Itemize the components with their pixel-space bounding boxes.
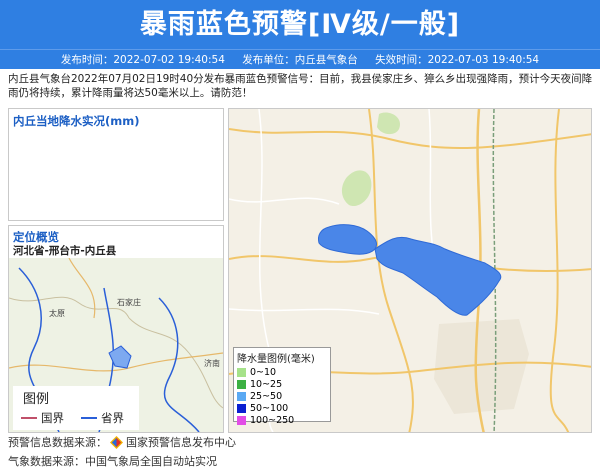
rainfall-legend: 降水量图例(毫米) 0~10 10~25 25~50 50~100 100~25… (233, 347, 331, 426)
warning-title: 暴雨蓝色预警[Ⅳ级/一般] (0, 0, 600, 49)
rainfall-panel: 内丘当地降水实况(mm) (8, 108, 224, 221)
warning-center-logo-icon (110, 435, 123, 449)
legend-row: 25~50 (234, 390, 330, 402)
legend-country-border: 国界 (21, 410, 64, 426)
legend-swatch (237, 403, 246, 413)
weather-data-source: 气象数据来源：中国气象局全国自动站实况 (8, 455, 217, 468)
country-border-line (21, 417, 37, 419)
publish-time: 发布时间：2022-07-02 19:40:54 (60, 54, 225, 66)
warning-source-name[interactable]: 国家预警信息发布中心 (126, 434, 236, 450)
legend-swatch (237, 367, 246, 377)
boundary-legend: 图例 国界 省界 (13, 386, 139, 430)
warning-source-line: 预警信息数据来源： 国家预警信息发布中心 (8, 434, 236, 450)
legend-swatch (237, 379, 246, 389)
location-path: 河北省-邢台市-内丘县 (13, 245, 117, 257)
city-label: 石家庄 (117, 297, 141, 307)
legend-province-border: 省界 (81, 410, 124, 426)
rainfall-panel-title: 内丘当地降水实况(mm) (13, 114, 140, 128)
location-panel: 定位概览 河北省-邢台市-内丘县 石家庄 太原 济南 图例 国界 省界 (8, 225, 224, 433)
legend-row: 10~25 (234, 378, 330, 390)
expire-time: 失效时间：2022-07-03 19:40:54 (375, 54, 540, 66)
boundary-legend-title: 图例 (23, 392, 50, 407)
city-label: 太原 (49, 308, 65, 318)
warning-description: 内丘县气象台2022年07月02日19时40分发布暴雨蓝色预警信号：目前，我县侯… (8, 73, 593, 99)
rainfall-legend-title: 降水量图例(毫米) (237, 354, 315, 365)
legend-row: 0~10 (234, 366, 330, 378)
warning-meta: 发布时间：2022-07-02 19:40:54 发布单位：内丘县气象台 失效时… (0, 49, 600, 69)
legend-row: 50~100 (234, 402, 330, 414)
legend-swatch (237, 391, 246, 401)
publisher: 发布单位：内丘县气象台 (242, 54, 358, 66)
legend-row: 100~250 (234, 414, 330, 426)
province-border-line (81, 417, 97, 419)
legend-swatch (237, 415, 246, 425)
warning-source-label: 预警信息数据来源： (8, 436, 107, 449)
city-label: 济南 (204, 358, 220, 368)
